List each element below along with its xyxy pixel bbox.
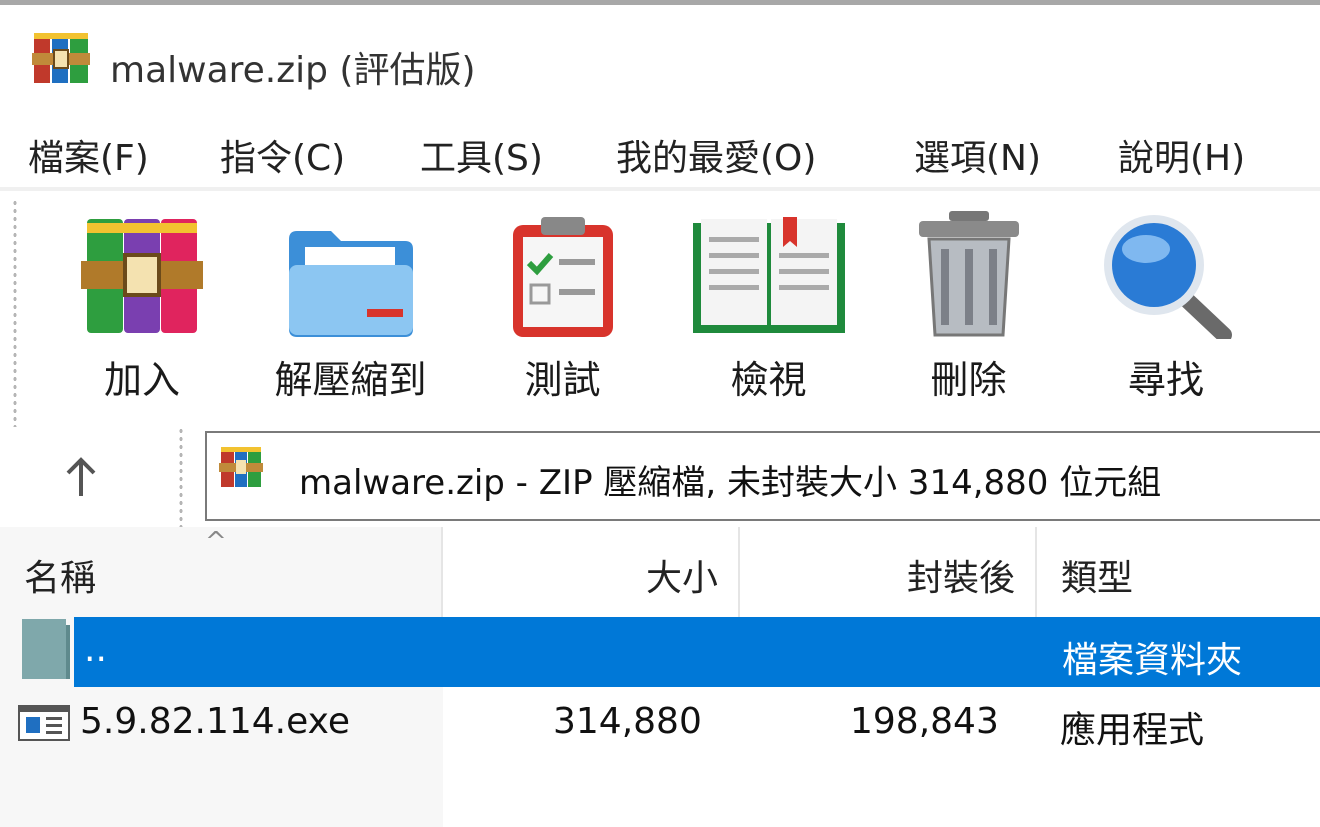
column-header-packed[interactable]: 封裝後 (740, 527, 1037, 617)
extract-to-button[interactable]: 解壓縮到 (258, 209, 443, 424)
delete-label: 刪除 (930, 358, 1007, 402)
test-label: 測試 (524, 358, 601, 402)
column-header-type[interactable]: 類型 (1037, 527, 1320, 617)
menu-options[interactable]: 選項(N) (914, 129, 1041, 181)
list-item-parent-folder[interactable]: .. 檔案資料夾 (0, 617, 1320, 687)
sort-ascending-icon: ^ (205, 527, 227, 557)
folder-extract-icon (288, 231, 413, 337)
menu-favorites[interactable]: 我的最愛(O) (616, 129, 816, 181)
address-grip (178, 427, 184, 527)
window-title: malware.zip (評估版) (110, 50, 476, 91)
list-header: ^ 名稱 大小 封裝後 類型 (0, 527, 1320, 617)
column-header-size-label: 大小 (645, 558, 718, 599)
extract-to-label: 解壓縮到 (274, 358, 427, 402)
title-bar: malware.zip (評估版) (0, 5, 1320, 115)
list-item-exe[interactable]: 5.9.82.114.exe 314,880 198,843 應用程式 (0, 687, 1320, 757)
menu-help[interactable]: 說明(H) (1118, 129, 1245, 181)
view-label: 檢視 (730, 358, 807, 402)
file-size: 314,880 (553, 701, 702, 742)
open-book-icon (692, 217, 845, 333)
file-name: 5.9.82.114.exe (80, 701, 350, 742)
find-button[interactable]: 尋找 (1096, 209, 1236, 424)
file-list: ^ 名稱 大小 封裝後 類型 .. 檔案資料夾 5.9.82.114.exe 3… (0, 527, 1320, 827)
find-label: 尋找 (1127, 358, 1204, 402)
view-button[interactable]: 檢視 (686, 209, 851, 424)
address-bar: malware.zip - ZIP 壓縮檔, 未封裝大小 314,880 位元組 (0, 427, 1320, 527)
folder-icon (22, 619, 70, 679)
menu-bar: 檔案(F) 指令(C) 工具(S) 我的最愛(O) 選項(N) 說明(H) (0, 115, 1320, 187)
magnifier-icon (1104, 215, 1232, 339)
column-header-size[interactable]: 大小 (443, 527, 740, 617)
menu-tools[interactable]: 工具(S) (420, 129, 543, 181)
file-type: 應用程式 (1060, 710, 1205, 751)
column-header-type-label: 類型 (1061, 558, 1134, 599)
column-header-packed-label: 封裝後 (906, 558, 1015, 599)
test-button[interactable]: 測試 (500, 209, 625, 424)
winrar-archive-icon (219, 447, 263, 487)
archive-path-box[interactable]: malware.zip - ZIP 壓縮檔, 未封裝大小 314,880 位元組 (205, 431, 1320, 521)
archive-info-text: malware.zip - ZIP 壓縮檔, 未封裝大小 314,880 位元組 (299, 463, 1162, 503)
toolbar: 加入 解壓縮到 測試 檢視 刪除 尋找 (0, 187, 1320, 709)
parent-folder-type: 檔案資料夾 (1062, 640, 1243, 681)
column-header-name[interactable]: ^ 名稱 (0, 527, 443, 617)
menu-commands[interactable]: 指令(C) (220, 129, 345, 181)
file-packed-size: 198,843 (850, 701, 999, 742)
winrar-books-icon (32, 33, 90, 83)
menu-file[interactable]: 檔案(F) (28, 129, 149, 181)
parent-folder-name: .. (84, 629, 107, 670)
add-label: 加入 (103, 358, 180, 402)
column-header-name-label: 名稱 (24, 558, 97, 599)
clipboard-check-icon (512, 217, 613, 337)
winrar-add-icon (81, 219, 203, 333)
add-button[interactable]: 加入 (72, 209, 212, 424)
delete-button[interactable]: 刪除 (906, 209, 1031, 424)
trash-can-icon (918, 211, 1019, 337)
up-arrow-icon[interactable] (56, 452, 106, 502)
exe-file-icon (18, 705, 70, 741)
